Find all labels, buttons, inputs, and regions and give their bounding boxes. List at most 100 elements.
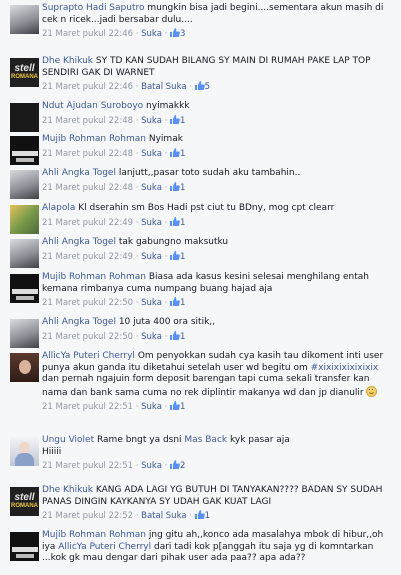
comment-body: Suprapto Hadi Saputro mungkin bisa jadi … [42,3,395,26]
like-count[interactable]: 1 [170,147,185,159]
comment-body: Mujib Rohman Rohman jng gitu ah,,konco a… [42,530,395,565]
commenter-name[interactable]: Ahli Angka Togel [42,168,116,178]
avatar[interactable] [10,5,39,34]
comment-timestamp[interactable]: 21 Maret pukul 22:48 [42,149,133,159]
like-count[interactable]: 3 [170,28,185,39]
comment-meta: 21 Maret pukul 22:50 · Suka · 1 [42,330,186,342]
like-button[interactable]: Suka [141,149,162,159]
comment-text: KANG ADA LAGI YG BUTUH DI TANYAKAN???? B… [42,485,383,507]
comment-text: tak gabungno maksutku [118,237,229,247]
mention-link[interactable]: AllicYa Puteri Cherryl [58,542,151,552]
like-button[interactable]: Suka [141,252,162,262]
avatar[interactable] [10,353,39,382]
avatar[interactable] [10,170,39,199]
like-button[interactable]: Suka [141,461,162,471]
like-button[interactable]: Suka [141,183,162,193]
comment-timestamp[interactable]: 21 Maret pukul 22:50 [42,298,133,308]
comment-body: AllicYa Puteri Cherryl Om penyokkan suda… [42,351,395,399]
comment-text: Rame bngt ya dsni [96,435,185,445]
avatar[interactable] [10,274,39,303]
avatar[interactable] [10,319,39,348]
avatar[interactable]: stell ROMANA [10,58,39,87]
like-count[interactable]: 2 [170,460,185,471]
like-count[interactable]: 1 [170,181,185,193]
avatar[interactable]: stell ROMANA [10,487,39,516]
comment-meta: 21 Maret pukul 22:49 · Suka · 1 [42,216,186,228]
hashtag-link[interactable]: #xixixixixixixix [311,363,379,373]
comment-timestamp[interactable]: 21 Maret pukul 22:51 [42,402,133,412]
thumbs-up-icon [170,330,180,342]
like-button[interactable]: Batal Suka [141,82,186,92]
like-count[interactable]: 1 [170,297,185,308]
comment-body: Ndut Ajudan Suroboyo nyimakkk [42,101,395,113]
comment-timestamp[interactable]: 21 Maret pukul 22:46 [42,82,133,92]
like-count[interactable]: 1 [170,114,185,126]
commenter-name[interactable]: Mujib Rohman Rohman [42,530,146,540]
like-count[interactable]: 1 [170,401,185,412]
comment-timestamp[interactable]: 21 Maret pukul 22:51 [42,461,133,471]
thumbs-up-icon [170,460,180,471]
like-count[interactable]: 1 [194,510,210,521]
comment-text: Kl dserahin sm Bos Hadi pst ciut tu BDny… [78,203,335,213]
mention-link[interactable]: Mas Back [184,435,227,445]
avatar[interactable] [10,437,39,466]
commenter-name[interactable]: Mujib Rohman Rohman [42,134,146,144]
avatar[interactable] [10,239,39,268]
commenter-name[interactable]: Suprapto Hadi Saputro [42,3,145,13]
comment-timestamp[interactable]: 21 Maret pukul 22:52 [42,511,133,521]
comment-item: Mujib Rohman Rohman jng gitu ah,,konco a… [0,527,401,565]
comment-timestamp[interactable]: 21 Maret pukul 22:46 [42,29,133,39]
comment-timestamp[interactable]: 21 Maret pukul 22:50 [42,332,133,342]
comment-item: Suprapto Hadi Saputro mungkin bisa jadi … [0,0,401,41]
avatar[interactable] [10,532,39,561]
comment-body: Mujib Rohman Rohman Biasa ada kasus kesi… [42,272,395,295]
comment-meta: 21 Maret pukul 22:46 · Suka · 3 [42,28,186,39]
like-count[interactable]: 1 [170,250,185,262]
like-button[interactable]: Suka [141,298,162,308]
like-button[interactable]: Suka [141,29,162,39]
thumbs-up-icon [170,216,180,228]
like-button[interactable]: Batal Suka [141,511,186,521]
thumbs-up-icon [170,250,180,262]
comment-timestamp[interactable]: 21 Maret pukul 22:48 [42,183,133,193]
thumbs-up-icon [194,81,205,92]
thumbs-up-icon [170,147,180,159]
comment-timestamp[interactable]: 21 Maret pukul 22:48 [42,116,133,126]
comment-body: Ahli Angka Togel lanjutt,,pasar toto sud… [42,168,395,180]
comment-text-line2: Hiiiii [42,446,62,457]
avatar[interactable] [10,103,39,132]
comment-text-continued: kyk pasar aja [227,435,290,445]
commenter-name[interactable]: AllicYa Puteri Cherryl [42,351,135,361]
thumbs-up-icon [170,297,180,308]
commenter-name[interactable]: Ahli Angka Togel [42,317,116,327]
like-button[interactable]: Suka [141,402,162,412]
avatar[interactable] [10,136,39,165]
comment-timestamp[interactable]: 21 Maret pukul 22:49 [42,218,133,228]
avatar[interactable] [10,205,39,234]
comment-body: Alapola Kl dserahin sm Bos Hadi pst ciut… [42,203,395,215]
comment-item: AllicYa Puteri Cherryl Om penyokkan suda… [0,348,401,414]
commenter-name[interactable]: Mujib Rohman Rohman [42,272,146,282]
commenter-name[interactable]: Alapola [42,203,75,213]
like-count[interactable]: 1 [170,330,185,342]
comment-timestamp[interactable]: 21 Maret pukul 22:49 [42,252,133,262]
commenter-name[interactable]: Ahli Angka Togel [42,237,116,247]
like-button[interactable]: Suka [141,116,162,126]
comment-meta: 21 Maret pukul 22:51 · Suka · 2 [42,460,186,471]
commenter-name[interactable]: Ndut Ajudan Suroboyo [42,101,143,111]
commenter-name[interactable]: Dhe Khikuk [42,56,93,66]
comment-text: 10 juta 400 ora sitik,, [118,317,216,327]
comment-meta: 21 Maret pukul 22:48 · Suka · 1 [42,181,186,193]
comment-body: Ahli Angka Togel tak gabungno maksutku [42,237,395,249]
comment-item: stell ROMANA Dhe Khikuk SY TD KAN SUDAH BI… [0,53,401,94]
like-count[interactable]: 1 [170,216,185,228]
like-button[interactable]: Suka [141,218,162,228]
like-count[interactable]: 5 [194,81,210,92]
commenter-name[interactable]: Ungu Violet [42,435,94,445]
like-button[interactable]: Suka [141,332,162,342]
comment-meta: 21 Maret pukul 22:49 · Suka · 1 [42,250,186,262]
commenter-name[interactable]: Dhe Khikuk [42,485,93,495]
thumbs-up-icon [170,181,180,193]
comment-meta: 21 Maret pukul 22:46 · Batal Suka · 5 [42,81,211,92]
comment-body: Ungu Violet Rame bngt ya dsni Mas Back k… [42,435,395,458]
